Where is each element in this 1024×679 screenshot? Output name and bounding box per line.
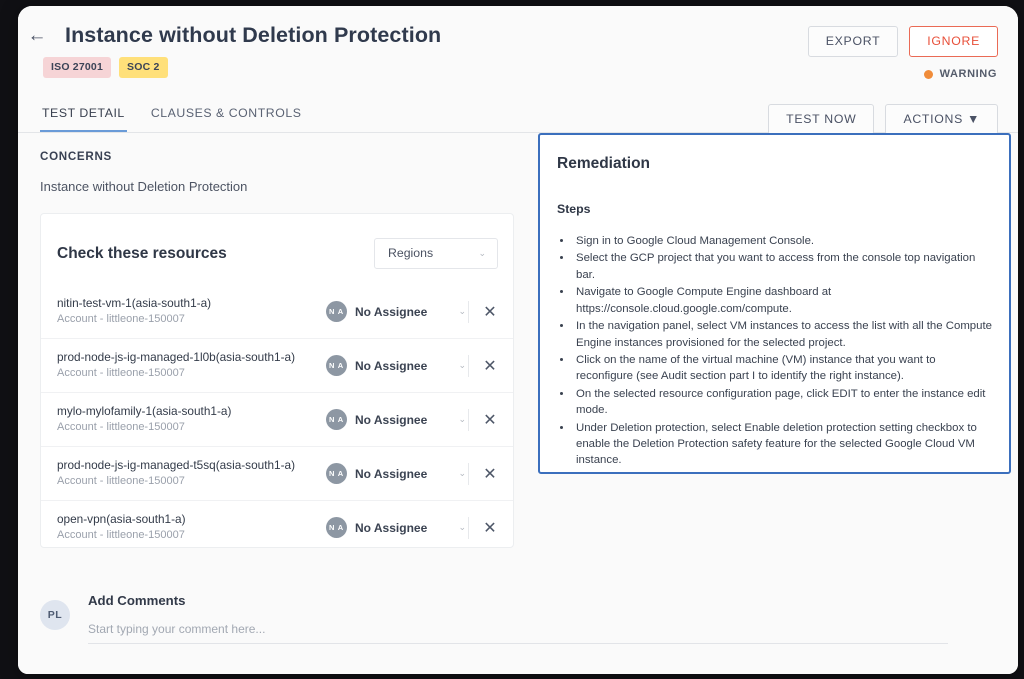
add-comments-label: Add Comments: [88, 593, 948, 608]
list-item: Navigate to Google Compute Engine dashbo…: [573, 284, 992, 317]
resource-info: prod-node-js-ig-managed-1l0b(asia-south1…: [57, 349, 326, 382]
chevron-down-icon: ⌄: [478, 248, 486, 259]
list-item: Click on the name of the virtual machine…: [573, 352, 992, 385]
list-item: Under Deletion protection, select Enable…: [573, 420, 992, 469]
remediation-steps-heading: Steps: [557, 202, 992, 216]
table-row: prod-node-js-ig-managed-t5sq(asia-south1…: [41, 446, 513, 500]
divider: [468, 463, 469, 485]
resource-assignee-name: No Assignee: [355, 305, 450, 319]
status-dot-icon: [924, 70, 933, 79]
chevron-down-icon: ⌄: [458, 468, 466, 479]
resource-info: nitin-test-vm-1(asia-south1-a)Account - …: [57, 295, 326, 328]
table-row: mylo-mylofamily-1(asia-south1-a)Account …: [41, 392, 513, 446]
resource-assignee-name: No Assignee: [355, 521, 450, 535]
badge-soc-2: SOC 2: [119, 57, 168, 78]
ignore-button[interactable]: IGNORE: [909, 26, 998, 57]
page-header: ← Instance without Deletion Protection I…: [18, 6, 1018, 133]
chevron-down-icon: ⌄: [458, 414, 466, 425]
list-item: On the selected resource configuration p…: [573, 386, 992, 419]
tab-clauses-controls[interactable]: CLAUSES & CONTROLS: [149, 99, 304, 132]
close-icon[interactable]: ✕: [481, 519, 499, 537]
avatar: PL: [40, 600, 70, 630]
avatar: N A: [326, 517, 347, 538]
remediation-steps-list: Sign in to Google Cloud Management Conso…: [573, 233, 992, 474]
chevron-down-icon: ⌄: [458, 522, 466, 533]
resource-account: Account - littleone-150007: [57, 420, 326, 436]
resource-name: prod-node-js-ig-managed-t5sq(asia-south1…: [57, 457, 326, 474]
table-row: nitin-test-vm-1(asia-south1-a)Account - …: [41, 285, 513, 338]
status-badge: WARNING: [924, 68, 997, 80]
regions-filter-label: Regions: [388, 246, 433, 260]
export-button[interactable]: EXPORT: [808, 26, 899, 57]
divider: [468, 409, 469, 431]
avatar: N A: [326, 409, 347, 430]
app-window: ← Instance without Deletion Protection I…: [18, 6, 1018, 674]
badge-iso-27001: ISO 27001: [43, 57, 111, 78]
resource-assignee-name: No Assignee: [355, 359, 450, 373]
resource-name: open-vpn(asia-south1-a): [57, 511, 326, 528]
tab-test-detail[interactable]: TEST DETAIL: [40, 99, 127, 132]
resource-assignee-selector[interactable]: N A No Assignee ⌄: [326, 355, 466, 376]
chevron-down-icon: ⌄: [458, 360, 466, 371]
close-icon[interactable]: ✕: [481, 465, 499, 483]
tab-bar: TEST DETAIL CLAUSES & CONTROLS: [40, 99, 303, 132]
remediation-panel: Remediation Steps Sign in to Google Clou…: [538, 133, 1011, 474]
table-row: open-vpn(asia-south1-a)Account - littleo…: [41, 500, 513, 548]
resources-header: Check these resources Regions ⌄: [41, 214, 513, 285]
divider: [468, 355, 469, 377]
resource-name: prod-node-js-ig-managed-1l0b(asia-south1…: [57, 349, 326, 366]
list-item: Select the GCP project that you want to …: [573, 250, 992, 283]
resource-name: nitin-test-vm-1(asia-south1-a): [57, 295, 326, 312]
resource-assignee-selector[interactable]: N A No Assignee ⌄: [326, 301, 466, 322]
actions-dropdown-button[interactable]: ACTIONS ▼: [885, 104, 998, 135]
avatar: N A: [326, 301, 347, 322]
resource-info: prod-node-js-ig-managed-t5sq(asia-south1…: [57, 457, 326, 490]
close-icon[interactable]: ✕: [481, 411, 499, 429]
concerns-heading: CONCERNS: [40, 150, 112, 163]
remediation-title: Remediation: [557, 155, 992, 173]
page-title: Instance without Deletion Protection: [65, 23, 441, 48]
resources-title: Check these resources: [57, 245, 227, 263]
page-body: CONCERNS Instance without Deletion Prote…: [18, 133, 1018, 674]
resource-assignee-name: No Assignee: [355, 467, 450, 481]
resource-info: mylo-mylofamily-1(asia-south1-a)Account …: [57, 403, 326, 436]
resource-assignee-selector[interactable]: N A No Assignee ⌄: [326, 517, 466, 538]
resources-card: Check these resources Regions ⌄ nitin-te…: [40, 213, 514, 548]
list-item: Click Save to apply the configuration ch…: [573, 470, 992, 474]
comments-section: PL Add Comments: [40, 593, 948, 644]
resource-assignee-selector[interactable]: N A No Assignee ⌄: [326, 409, 466, 430]
divider: [468, 517, 469, 539]
table-row: prod-node-js-ig-managed-1l0b(asia-south1…: [41, 338, 513, 392]
avatar: N A: [326, 355, 347, 376]
resources-list: nitin-test-vm-1(asia-south1-a)Account - …: [41, 285, 513, 548]
arrow-left-icon[interactable]: ←: [24, 22, 50, 48]
resource-assignee-selector[interactable]: N A No Assignee ⌄: [326, 463, 466, 484]
avatar: N A: [326, 463, 347, 484]
comment-form: Add Comments: [88, 593, 948, 644]
chevron-down-icon: ⌄: [458, 306, 466, 317]
comment-input[interactable]: [88, 622, 948, 644]
divider: [468, 301, 469, 323]
header-actions: EXPORT IGNORE: [808, 26, 998, 57]
concerns-text: Instance without Deletion Protection: [40, 179, 247, 194]
resource-account: Account - littleone-150007: [57, 312, 326, 328]
close-icon[interactable]: ✕: [481, 357, 499, 375]
list-item: In the navigation panel, select VM insta…: [573, 318, 992, 351]
resource-info: open-vpn(asia-south1-a)Account - littleo…: [57, 511, 326, 544]
list-item: Sign in to Google Cloud Management Conso…: [573, 233, 992, 249]
resource-account: Account - littleone-150007: [57, 366, 326, 382]
resource-account: Account - littleone-150007: [57, 474, 326, 490]
test-now-button[interactable]: TEST NOW: [768, 104, 874, 135]
regions-filter-dropdown[interactable]: Regions ⌄: [374, 238, 498, 269]
resource-name: mylo-mylofamily-1(asia-south1-a): [57, 403, 326, 420]
header-actions-secondary: TEST NOW ACTIONS ▼: [768, 104, 998, 135]
status-label: WARNING: [940, 68, 997, 80]
resource-assignee-name: No Assignee: [355, 413, 450, 427]
close-icon[interactable]: ✕: [481, 303, 499, 321]
resource-account: Account - littleone-150007: [57, 528, 326, 544]
